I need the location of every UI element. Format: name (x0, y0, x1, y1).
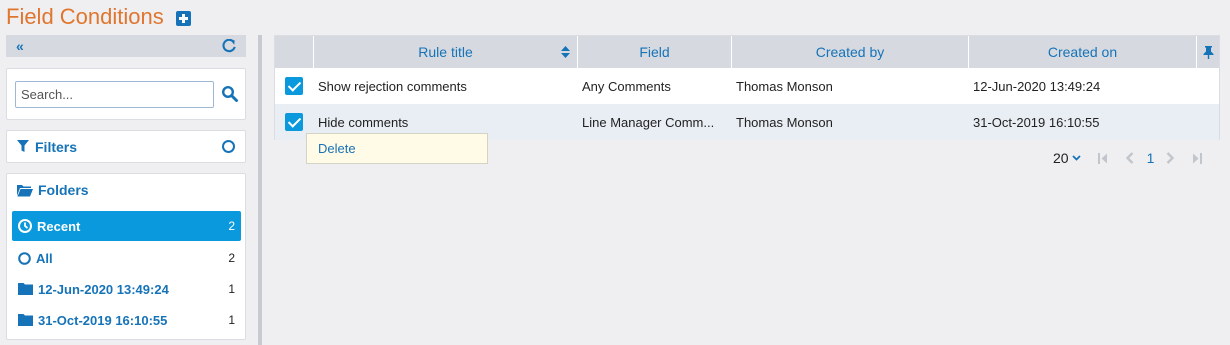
context-menu: Delete (306, 133, 488, 164)
column-header-label: Field (639, 44, 670, 60)
chevron-down-icon[interactable] (1071, 155, 1081, 161)
column-header-created-on[interactable]: Created on (969, 36, 1197, 68)
clock-icon (18, 219, 32, 233)
cell-created-by: Thomas Monson (736, 114, 833, 130)
pager: 20 1 (1053, 148, 1203, 168)
title-bar: Field Conditions (6, 3, 191, 31)
row-checkbox[interactable] (285, 113, 303, 131)
sort-icon[interactable] (561, 46, 570, 58)
refresh-icon[interactable] (222, 39, 236, 53)
folders-header: Folders (17, 182, 89, 198)
previous-page-icon[interactable] (1125, 152, 1134, 164)
next-page-icon[interactable] (1166, 152, 1175, 164)
column-header-rule-title[interactable]: Rule title (314, 36, 578, 68)
cell-created-on: 31-Oct-2019 16:10:55 (973, 114, 1100, 130)
column-header-label: Rule title (418, 44, 473, 60)
add-condition-button[interactable] (175, 10, 191, 26)
collapse-sidebar-icon[interactable]: « (16, 39, 24, 53)
select-column-header[interactable] (275, 36, 314, 68)
filters-toggle-icon[interactable] (222, 140, 235, 153)
column-header-created-by[interactable]: Created by (732, 36, 969, 68)
folder-item-label: 12-Jun-2020 13:49:24 (38, 281, 169, 297)
panel-splitter[interactable] (258, 35, 262, 345)
page-size-select[interactable]: 20 (1053, 150, 1069, 166)
folder-item-all[interactable]: All 2 (12, 243, 241, 273)
row-checkbox[interactable] (285, 77, 303, 95)
column-header-field[interactable]: Field (578, 36, 732, 68)
folder-open-icon (17, 184, 33, 196)
pin-column-button[interactable] (1197, 36, 1219, 68)
cell-field: Any Comments (582, 78, 671, 94)
folder-item-label: 31-Oct-2019 16:10:55 (38, 312, 168, 328)
pin-icon (1203, 45, 1213, 59)
folder-item-recent[interactable]: Recent 2 (12, 211, 241, 241)
folder-icon (18, 283, 33, 295)
delete-menu-item[interactable]: Delete (318, 141, 356, 156)
last-page-icon[interactable] (1192, 152, 1203, 164)
folder-item-2019[interactable]: 31-Oct-2019 16:10:55 1 (12, 305, 241, 335)
filters-panel[interactable]: Filters (6, 130, 246, 163)
search-input[interactable] (15, 81, 214, 108)
folder-item-label: Recent (37, 218, 81, 234)
current-page[interactable]: 1 (1147, 150, 1155, 166)
filter-icon (17, 140, 29, 152)
folder-item-count: 1 (228, 282, 235, 296)
grid-header: Rule title Field Created by Created on (275, 36, 1219, 68)
folder-item-count: 2 (228, 251, 235, 265)
folder-item-2020[interactable]: 12-Jun-2020 13:49:24 1 (12, 274, 241, 304)
column-header-label: Created on (1047, 44, 1118, 60)
cell-created-on: 12-Jun-2020 13:49:24 (973, 78, 1101, 94)
circle-icon (18, 251, 31, 265)
page-title: Field Conditions (6, 4, 164, 29)
folder-item-label: All (36, 250, 53, 266)
search-icon[interactable] (221, 85, 239, 103)
folders-label: Folders (38, 182, 89, 198)
cell-field: Line Manager Comm... (582, 114, 715, 130)
cell-rule-title: Show rejection comments (318, 78, 467, 94)
sidebar-toolbar: « (6, 35, 246, 57)
search-panel (6, 68, 246, 120)
filters-label: Filters (35, 138, 78, 155)
first-page-icon[interactable] (1097, 152, 1108, 164)
cell-created-by: Thomas Monson (736, 78, 833, 94)
rules-grid: Rule title Field Created by Created on S… (274, 35, 1220, 140)
folders-panel: Folders Recent 2 All 2 12-Jun-2020 13:49… (6, 173, 246, 340)
column-header-label: Created by (815, 44, 885, 60)
folder-item-count: 1 (228, 313, 235, 327)
folder-icon (18, 314, 33, 326)
folder-item-count: 2 (228, 219, 235, 233)
table-row[interactable]: Show rejection comments Any Comments Tho… (275, 68, 1219, 104)
